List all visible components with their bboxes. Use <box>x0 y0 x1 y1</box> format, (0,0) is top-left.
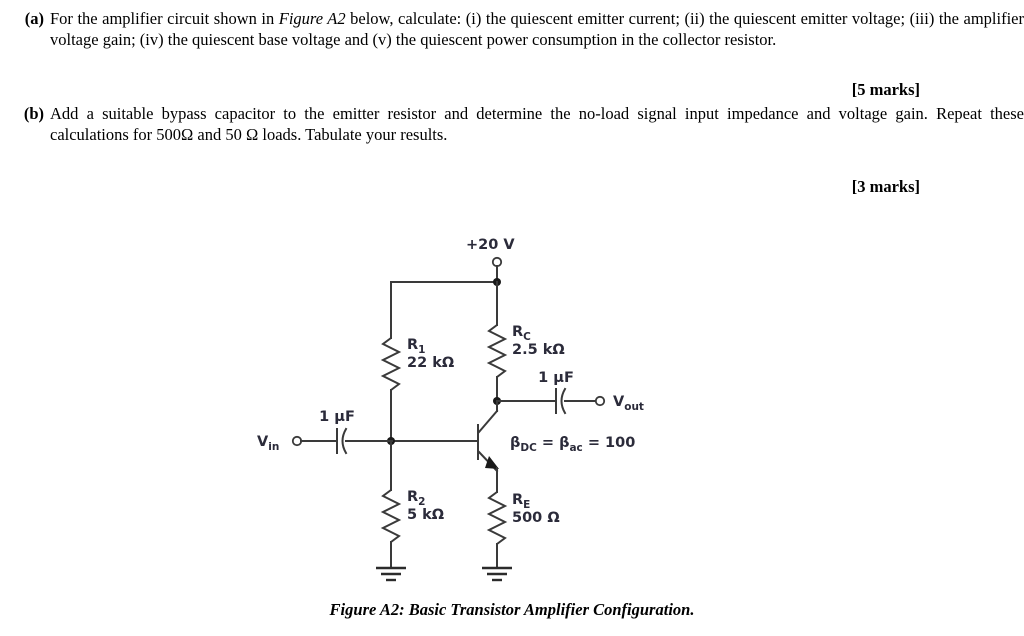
r2-value-label: 5 kΩ <box>407 507 444 523</box>
question-b-label: (b) <box>23 104 44 123</box>
rc-resistor-symbol <box>486 324 508 378</box>
question-a-text-before: For the amplifier circuit shown in <box>50 9 279 28</box>
output-terminal-node <box>594 395 606 407</box>
supply-voltage-label: +20 V <box>466 237 515 253</box>
beta-annotation: βDC = βac = 100 <box>510 435 635 454</box>
re-value-label: 500 Ω <box>512 510 560 526</box>
input-terminal-node <box>291 435 303 447</box>
rc-value-label: 2.5 kΩ <box>512 342 565 358</box>
figure-reference-a: Figure A2 <box>278 9 346 28</box>
output-terminal-label: Vout <box>613 394 644 413</box>
transistor-collector-lead <box>477 409 499 434</box>
supply-terminal-node <box>491 256 503 268</box>
re-resistor-symbol <box>486 491 508 545</box>
r2-resistor-symbol <box>380 489 402 543</box>
rc-name-label: RC <box>512 324 531 343</box>
input-cap-value-label: 1 µF <box>319 409 355 425</box>
question-b-text: Add a suitable bypass capacitor to the e… <box>50 104 1024 144</box>
r1-name-label: R1 <box>407 337 425 356</box>
question-a-label: (a) <box>24 9 44 28</box>
ground-symbol-right <box>482 566 512 582</box>
figure-caption: Figure A2: Basic Transistor Amplifier Co… <box>329 600 695 619</box>
r1-resistor-symbol <box>380 337 402 391</box>
r1-value-label: 22 kΩ <box>407 355 454 371</box>
input-terminal-label: Vin <box>257 434 279 453</box>
question-a-text: For the amplifier circuit shown in Figur… <box>50 8 1024 50</box>
ground-symbol-left <box>376 566 406 582</box>
output-cap-value-label: 1 µF <box>538 370 574 386</box>
question-b: (b) Add a suitable bypass capacitor to t… <box>0 103 1024 145</box>
re-name-label: RE <box>512 492 530 511</box>
question-b-marks: [3 marks] <box>851 177 920 196</box>
r2-name-label: R2 <box>407 489 425 508</box>
circuit-diagram: +20 V R1 22 kΩ RC 2.5 kΩ 1 µF Vout βDC =… <box>257 237 644 582</box>
question-a-marks: [5 marks] <box>851 80 920 99</box>
question-a: (a) For the amplifier circuit shown in F… <box>0 8 1024 50</box>
figure-a2: +20 V R1 22 kΩ RC 2.5 kΩ 1 µF Vout βDC =… <box>0 215 1024 636</box>
